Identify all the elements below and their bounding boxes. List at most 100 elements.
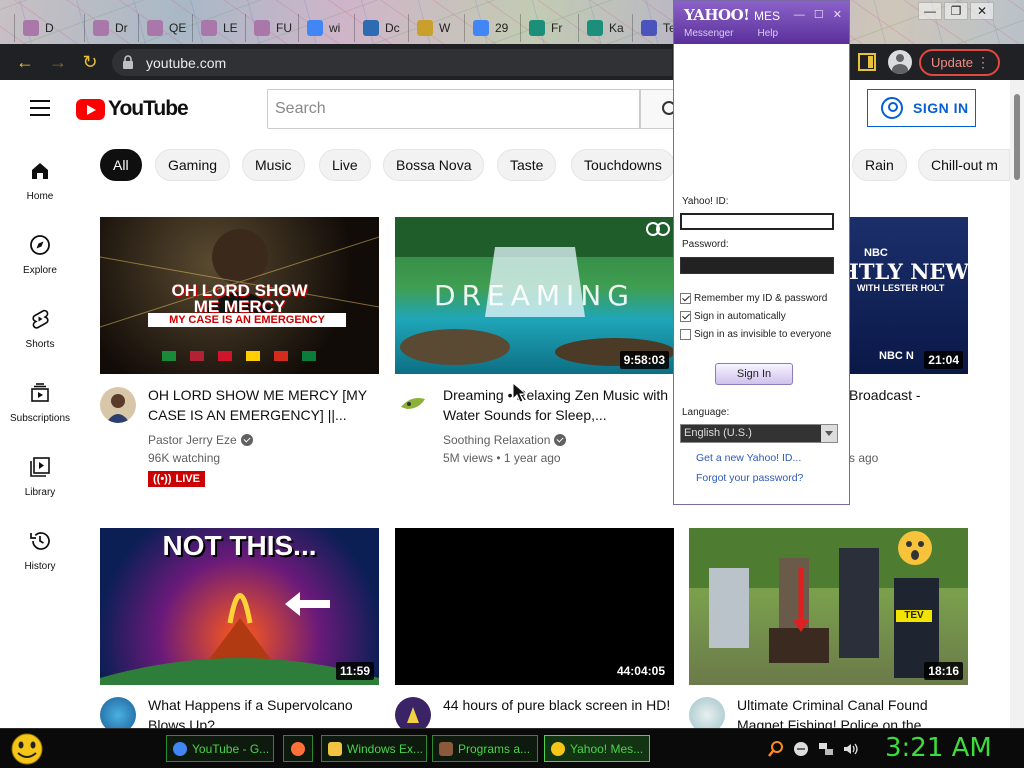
taskbar-yahoo-messenger[interactable]: Yahoo! Mes... (544, 735, 650, 762)
taskbar-programs[interactable]: Programs a... (432, 735, 538, 762)
taskbar-windows-explorer[interactable]: Windows Ex... (321, 735, 427, 762)
chip-all[interactable]: All (100, 149, 142, 181)
video-thumbnail[interactable]: DREAMING 9:58:03 (395, 217, 674, 374)
browser-tab[interactable]: Dc (354, 14, 400, 42)
reload-button[interactable]: ↻ (79, 52, 101, 72)
sidebar-item-subscriptions[interactable]: Subscriptions (0, 382, 80, 424)
live-badge-text: LIVE (175, 473, 200, 485)
browser-tab[interactable]: Fr (520, 14, 562, 42)
video-thumbnail[interactable]: NOT THIS... 11:59 (100, 528, 379, 685)
sidebar-item-home[interactable]: Home (0, 160, 80, 202)
youtube-logo[interactable]: YouTube (76, 97, 189, 121)
profile-avatar-icon[interactable] (888, 50, 912, 74)
new-id-link[interactable]: Get a new Yahoo! ID... (696, 452, 801, 464)
browser-tab[interactable]: Te (632, 14, 676, 42)
browser-tab[interactable]: wi (298, 14, 340, 42)
network-icon[interactable] (818, 741, 834, 757)
video-title[interactable]: 44 hours of pure black screen in HD! (443, 695, 675, 715)
update-label: Update (931, 55, 973, 70)
channel-name[interactable]: Soothing Relaxation (443, 431, 567, 449)
yahoo-window-controls[interactable]: — ☐ ✕ (794, 8, 845, 21)
window-close-button[interactable]: ✕ (970, 2, 994, 20)
chip-live[interactable]: Live (319, 149, 371, 181)
taskbar-chrome-youtube[interactable]: YouTube - G... (166, 735, 274, 762)
scrollbar-thumb[interactable] (1014, 94, 1020, 180)
remember-checkbox[interactable]: Remember my ID & password (680, 293, 827, 304)
channel-avatar[interactable] (100, 697, 136, 728)
forward-button[interactable]: → (47, 52, 69, 72)
chip-rain[interactable]: Rain (852, 149, 907, 181)
yahoo-id-field[interactable] (680, 213, 834, 230)
auto-signin-checkbox[interactable]: Sign in automatically (680, 311, 786, 322)
start-button-smiley-icon[interactable] (8, 732, 46, 766)
chip-touchdowns[interactable]: Touchdowns (571, 149, 675, 181)
tab-favicon-icon (587, 20, 603, 36)
chip-music[interactable]: Music (242, 149, 305, 181)
video-title[interactable]: OH LORD SHOW ME MERCY [MY CASE IS AN EME… (148, 385, 380, 425)
back-button[interactable]: ← (14, 52, 36, 72)
browser-tab[interactable]: LE (192, 14, 238, 42)
tab-label: D (45, 21, 54, 35)
verified-icon (240, 434, 253, 446)
sidebar-label: Explore (23, 265, 57, 276)
thumbnail-caption: MY CASE IS AN EMERGENCY (169, 314, 325, 326)
channel-avatar[interactable] (100, 387, 136, 423)
chip-chill-out[interactable]: Chill-out m (918, 149, 1010, 181)
channel-avatar[interactable] (395, 387, 431, 423)
menu-help[interactable]: Help (757, 28, 778, 39)
sidebar-item-library[interactable]: Library (0, 456, 80, 498)
library-icon (30, 457, 50, 477)
volume-icon[interactable] (842, 741, 858, 757)
search-icon[interactable] (768, 741, 784, 757)
sidebar-item-history[interactable]: History (0, 530, 80, 572)
password-field[interactable] (680, 257, 834, 274)
video-title[interactable]: What Happens if a Supervolcano Blows Up? (148, 695, 380, 728)
hamburger-menu-icon[interactable] (30, 100, 50, 116)
taskbar-clock[interactable]: 3:21 AM (885, 733, 992, 763)
thumbnail-caption: NOT THIS... (162, 530, 317, 561)
video-thumbnail[interactable]: OH LORD SHOW ME MERCY MY CASE IS AN EMER… (100, 217, 379, 374)
status-icon[interactable] (793, 741, 809, 757)
tab-label: W (439, 21, 451, 35)
page-scrollbar[interactable] (1010, 80, 1024, 728)
sign-in-button[interactable]: SIGN IN (867, 89, 976, 127)
video-title[interactable]: Broadcast - (849, 385, 999, 405)
channel-name[interactable]: Pastor Jerry Eze (148, 431, 253, 449)
browser-tab[interactable]: Dr (84, 14, 128, 42)
browser-tab[interactable]: Ka (578, 14, 624, 42)
tab-favicon-icon (363, 20, 379, 36)
video-thumbnail[interactable]: TEV 18:16 (689, 528, 968, 685)
thumbnail-caption: TEV (904, 610, 924, 621)
browser-tab[interactable]: FU (245, 14, 292, 42)
taskbar-firefox[interactable] (283, 735, 313, 762)
forgot-password-link[interactable]: Forgot your password? (696, 472, 803, 484)
channel-avatar[interactable] (689, 697, 725, 728)
video-title[interactable]: Ultimate Criminal Canal Found Magnet Fis… (737, 695, 969, 728)
thumbnail-caption: HTLY NEWS (839, 259, 968, 284)
browser-tab[interactable]: QE (138, 14, 186, 42)
window-minimize-button[interactable]: — (918, 2, 942, 20)
browser-tab-strip: D Dr QE LE FU wi Dc W 29 Fr Ka Te — ❐ ✕ (0, 0, 1024, 44)
language-select[interactable]: English (U.S.) (680, 424, 838, 443)
chip-taste[interactable]: Taste (497, 149, 557, 181)
chip-gaming[interactable]: Gaming (155, 149, 231, 181)
window-restore-button[interactable]: ❐ (944, 2, 968, 20)
video-title[interactable]: Dreaming • Relaxing Zen Music with Water… (443, 385, 675, 425)
sidebar-item-shorts[interactable]: Shorts (0, 308, 80, 350)
search-input[interactable]: Search (267, 89, 640, 129)
channel-avatar[interactable] (395, 697, 431, 728)
yahoo-title-bar[interactable]: YAHOO! MES — ☐ ✕ Messenger Help (674, 1, 849, 44)
sidebar-item-explore[interactable]: Explore (0, 234, 80, 276)
yahoo-sign-in-button[interactable]: Sign In (715, 363, 793, 385)
chip-bossa-nova[interactable]: Bossa Nova (383, 149, 485, 181)
side-panel-icon[interactable] (858, 53, 876, 71)
browser-tab[interactable]: D (14, 14, 54, 42)
menu-messenger[interactable]: Messenger (684, 28, 733, 39)
browser-tab[interactable]: W (408, 14, 450, 42)
browser-tab[interactable]: 29 (464, 14, 508, 42)
update-button[interactable]: Update ⋮ (919, 49, 1000, 76)
video-thumbnail[interactable]: 44:04:05 (395, 528, 674, 685)
invisible-checkbox[interactable]: Sign in as invisible to everyone (680, 329, 831, 340)
address-bar[interactable]: youtube.com (112, 49, 672, 76)
tab-favicon-icon (23, 20, 39, 36)
